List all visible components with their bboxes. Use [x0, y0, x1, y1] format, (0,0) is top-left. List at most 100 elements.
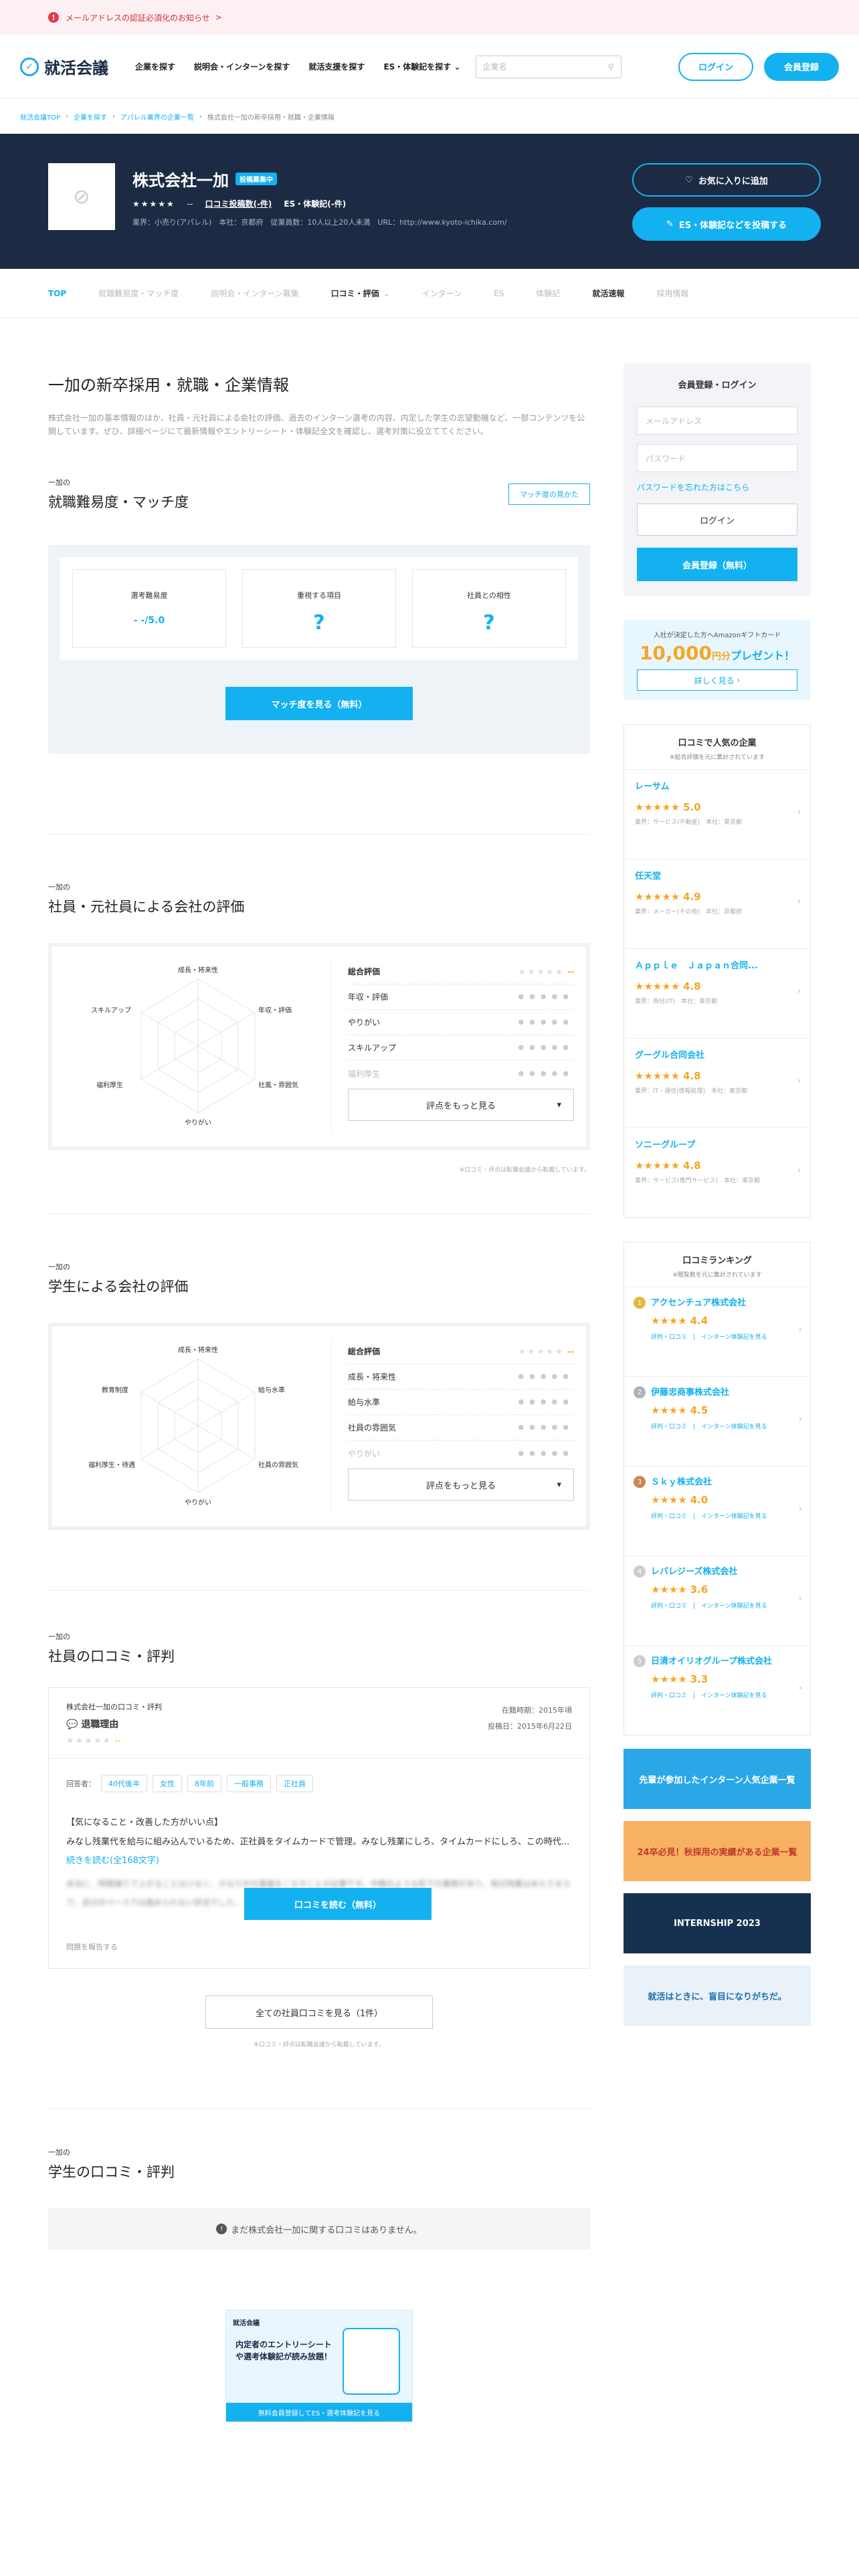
student-reviews-section: 一加の 学生の口コミ・評判 ! まだ株式会社一加に関する口コミはありません。 就… — [48, 2109, 590, 2422]
popular-company-item[interactable]: 任天堂 ★★★★★ 4.9 業界：メーカー(その他) 本社：京都府 › — [624, 859, 810, 948]
more-scores-button[interactable]: 評点をもっと見る ▾ — [348, 1089, 574, 1121]
radar-label: 成長・将来性 — [178, 967, 218, 974]
company-name: 日清オイリオグループ株式会社 — [651, 1656, 772, 1667]
review-stars: ★★★★★ — [66, 1736, 112, 1746]
sidebar-banner[interactable]: 24卒必見！秋採用の実績がある企業一覧 — [624, 1821, 811, 1881]
more-student-scores-button[interactable]: 評点をもっと見る ▾ — [348, 1469, 574, 1501]
tab-item[interactable]: インターン — [422, 288, 462, 299]
breadcrumb-industry[interactable]: アパレル業界の企業一覧 — [120, 112, 194, 122]
email-field[interactable]: メールアドレス — [637, 407, 797, 435]
chevron-right-icon: › — [797, 897, 801, 907]
company-meta: 業界：商社(IT) 本社：東京都 — [635, 998, 718, 1005]
sidebar-banner[interactable]: INTERNSHIP 2023 — [624, 1893, 811, 1953]
read-more-link[interactable]: 続きを読む(全168文字) — [66, 1856, 159, 1866]
site-logo[interactable]: ✓ 就活会議 — [20, 55, 108, 78]
sidebar-banner[interactable]: 先輩が参加したインターン人気企業一覧 — [624, 1749, 811, 1809]
eval-panel: 成長・将来性 年収・評価 社風・雰囲気 やりがい 福利厚生 スキルアップ 総合評… — [48, 943, 590, 1150]
phone-illustration — [343, 2328, 400, 2395]
favorite-button[interactable]: ♡ お気に入りに追加 — [632, 163, 821, 197]
forgot-password-link[interactable]: パスワードを忘れた方はこちら — [637, 481, 797, 493]
company-logo-placeholder: ⊘ — [48, 163, 115, 230]
score-list: 総合評価 ★★★★★ -- 年収・評価 ●●●●● やりがい ●●●●● スキルアップ… — [332, 959, 574, 1134]
rating-score: 3.3 — [690, 1673, 708, 1685]
notice-bar[interactable]: ! メールアドレスの認証必須化のお知らせ > — [0, 0, 859, 35]
match-howto-button[interactable]: マッチ度の見かた — [508, 484, 590, 505]
tab-item[interactable]: 就活速報 — [592, 288, 624, 299]
rank-badge: 5 — [634, 1655, 646, 1667]
rating-stars: ★★★★ — [651, 1315, 687, 1327]
review-ranking: 口コミランキング ※閲覧数を元に集計されています 1 アクセンチュア株式会社 ★★★… — [624, 1242, 811, 1735]
promo-detail-button[interactable]: 詳しく見る › — [637, 669, 797, 691]
chevron-down-icon: ⌄ — [454, 62, 461, 72]
section-heading: 学生の口コミ・評判 — [48, 2164, 175, 2180]
review-count-link[interactable]: 口コミ投稿数(-件) — [205, 198, 272, 209]
nav-es-search[interactable]: ES・体験記を探す ⌄ — [383, 61, 460, 72]
popular-company-item[interactable]: Ａｐｐｌｅ Ｊａｐａｎ合同... ★★★★★ 4.8 業界：商社(IT) 本社：東京… — [624, 948, 810, 1038]
student-eval-section: 一加の 学生による会社の評価 成長・将来性 給与水準 社員の雰囲気 やりがい 福… — [48, 1214, 590, 1530]
sidebar-login-button[interactable]: ログイン — [637, 504, 797, 536]
tab-item[interactable]: 説明会・インターン募集 — [211, 288, 298, 299]
section-heading: 学生による会社の評価 — [48, 1279, 189, 1295]
radar-label: 成長・将来性 — [178, 1347, 218, 1354]
company-name: レーサム — [635, 782, 670, 792]
ranking-item[interactable]: 1 アクセンチュア株式会社 ★★★★ 4.4 評判・口コミ | インターン体験記を見る… — [624, 1287, 810, 1376]
password-field[interactable]: パスワード — [637, 444, 797, 472]
login-button[interactable]: ログイン — [678, 52, 753, 81]
ranking-item[interactable]: 5 日清オイリオグループ株式会社 ★★★★ 3.3 評判・口コミ | インターン体験記… — [624, 1645, 810, 1735]
radar-svg — [140, 1358, 256, 1493]
rating-score: 4.8 — [683, 1070, 701, 1082]
ranking-links[interactable]: 評判・口コミ | インターン体験記を見る — [651, 1601, 801, 1610]
company-meta: 業界：IT・通信(情報処理) 本社：東京都 — [635, 1088, 748, 1095]
popular-company-item[interactable]: レーサム ★★★★★ 5.0 業界：サービス(不動産) 本社：東京都 › — [624, 769, 810, 859]
promo-amount: 10,000 — [639, 642, 712, 664]
promo-line: 入社が決定した方へAmazonギフトカード — [653, 632, 781, 639]
page-title: 一加の新卒採用・就職・企業情報 — [48, 376, 289, 395]
post-es-button[interactable]: ✎ ES・体験記などを投稿する — [632, 207, 821, 241]
tag-pill: 一般事務 — [227, 1775, 271, 1792]
search-input[interactable]: 企業名 ⚲ — [475, 55, 622, 78]
sidebar-banner[interactable]: 就活はときに、盲目になりがちだ。 — [624, 1965, 811, 2026]
company-meta: 業界：メーカー(その他) 本社：京都府 — [635, 909, 743, 916]
sidebar-register-button[interactable]: 会員登録（無料） — [637, 548, 797, 581]
popular-company-item[interactable]: ソニーグループ ★★★★★ 4.8 業界：サービス(専門サービス) 本社：東京都 › — [624, 1128, 810, 1217]
search-icon[interactable]: ⚲ — [608, 62, 614, 72]
rating-stars: ★★★★★ — [635, 891, 680, 903]
tab-item[interactable]: TOP — [48, 289, 66, 298]
tab-item[interactable]: 就職難易度・マッチ度 — [98, 288, 179, 299]
es-count-link[interactable]: ES・体験記(-件) — [284, 198, 346, 209]
tab-item[interactable]: 口コミ・評価 — [331, 288, 379, 299]
read-review-button[interactable]: 口コミを読む（無料） — [244, 1888, 432, 1920]
rating-score: 4.9 — [683, 891, 701, 903]
ranking-item[interactable]: 3 Ｓｋｙ株式会社 ★★★★ 4.0 評判・口コミ | インターン体験記を見る › — [624, 1466, 810, 1555]
radar-label: 年収・評価 — [258, 1007, 292, 1014]
view-match-button[interactable]: マッチ度を見る（無料） — [225, 687, 413, 720]
all-reviews-button[interactable]: 全ての社員口コミを見る（1件） — [205, 1996, 433, 2029]
nav-company-search[interactable]: 企業を探す — [135, 61, 175, 72]
nav-event-search[interactable]: 説明会・インターンを探す — [194, 61, 290, 72]
breadcrumb: 就活会議TOP › 企業を探す › アパレル業界の企業一覧 › 株式会社一加の新卒採用… — [20, 112, 335, 122]
radar-label: 社員の雰囲気 — [258, 1462, 298, 1469]
breadcrumb-top[interactable]: 就活会議TOP — [20, 112, 60, 122]
tab-item[interactable]: 採用情報 — [656, 288, 688, 299]
radar-chart: 成長・将来性 年収・評価 社風・雰囲気 やりがい 福利厚生 スキルアップ — [64, 959, 332, 1134]
popular-title: 口コミで人気の企業 — [678, 738, 757, 748]
ranking-item[interactable]: 4 レバレジーズ株式会社 ★★★★ 3.6 評判・口コミ | インターン体験記を見る › — [624, 1555, 810, 1645]
ranking-links[interactable]: 評判・口コミ | インターン体験記を見る — [651, 1332, 801, 1341]
ranking-links[interactable]: 評判・口コミ | インターン体験記を見る — [651, 1511, 801, 1520]
company-name: Ａｐｐｌｅ Ｊａｐａｎ合同... — [635, 961, 758, 971]
radar-label: 福利厚生・待遇 — [88, 1462, 135, 1469]
es-ad-banner[interactable]: 就活会議 内定者のエントリーシートや選考体験記が読み放題！ 無料会員登録してES… — [225, 2310, 413, 2422]
breadcrumb-companies[interactable]: 企業を探す — [74, 112, 107, 122]
ranking-links[interactable]: 評判・口コミ | インターン体験記を見る — [651, 1422, 801, 1430]
popular-company-item[interactable]: グーグル合同会社 ★★★★★ 4.8 業界：IT・通信(情報処理) 本社：東京都 › — [624, 1038, 810, 1128]
rating-stars: ★★★★★ — [635, 1160, 680, 1172]
radar-label: 教育制度 — [102, 1387, 128, 1394]
ranking-item[interactable]: 2 伊藤忠商事株式会社 ★★★★ 4.5 評判・口コミ | インターン体験記を見る › — [624, 1376, 810, 1466]
ranking-links[interactable]: 評判・口コミ | インターン体験記を見る — [651, 1691, 801, 1699]
report-link[interactable]: 問題を報告する — [66, 1941, 572, 1952]
register-button[interactable]: 会員登録 — [764, 52, 839, 81]
tab-item[interactable]: 体験記 — [536, 288, 560, 299]
rating-stars: ★★★★ — [651, 1584, 687, 1596]
nav-support-search[interactable]: 就活支援を探す — [308, 61, 365, 72]
tab-item[interactable]: ES — [494, 289, 504, 298]
